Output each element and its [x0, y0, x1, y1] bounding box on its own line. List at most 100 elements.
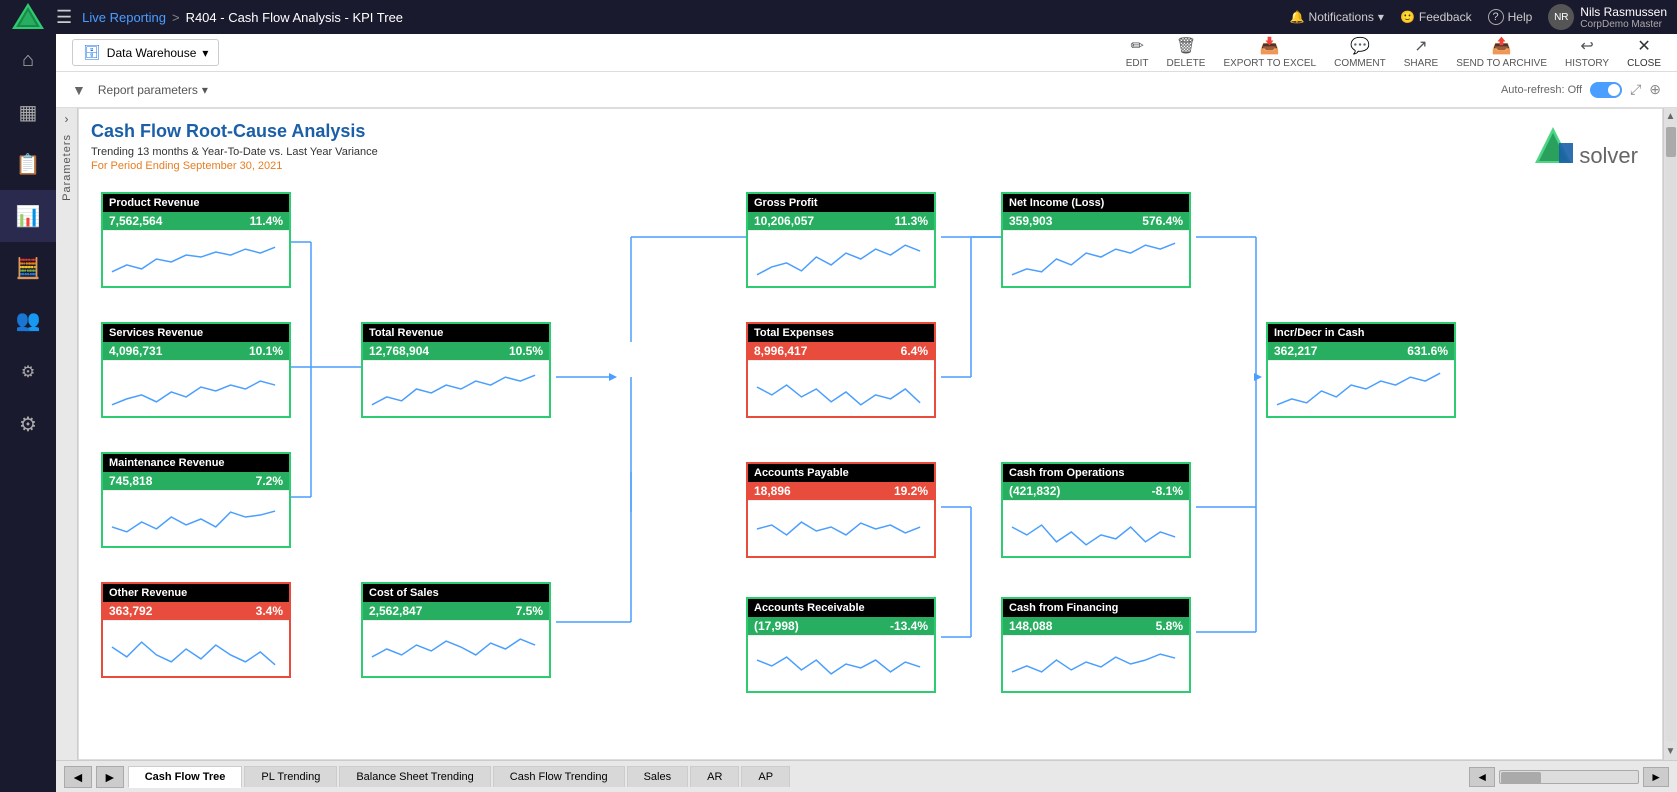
- kpi-card-cash-from-financing[interactable]: Cash from Financing 148,088 5.8%: [1001, 597, 1191, 693]
- sidebar-item-dashboard[interactable]: ▦: [0, 86, 56, 138]
- scroll-up-arrow[interactable]: ▲: [1666, 108, 1676, 125]
- kpi-title: Maintenance Revenue: [103, 454, 289, 472]
- excel-icon: 📥: [1260, 36, 1280, 56]
- kpi-card-accounts-payable[interactable]: Accounts Payable 18,896 19.2%: [746, 462, 936, 558]
- kpi-sparkline: [103, 360, 289, 416]
- kpi-card-accounts-receivable[interactable]: Accounts Receivable (17,998) -13.4%: [746, 597, 936, 693]
- tab-cash-flow-tree[interactable]: Cash Flow Tree: [128, 766, 243, 788]
- close-button[interactable]: ✕ CLOSE: [1627, 36, 1661, 69]
- expand-icon[interactable]: ⤢: [1630, 81, 1641, 98]
- kpi-title: Incr/Decr in Cash: [1268, 324, 1454, 342]
- kpi-title: Cash from Financing: [1003, 599, 1189, 617]
- kpi-title: Accounts Receivable: [748, 599, 934, 617]
- maximize-icon[interactable]: ⊕: [1649, 81, 1661, 98]
- tab-balance-sheet-trending[interactable]: Balance Sheet Trending: [339, 766, 490, 787]
- auto-refresh-toggle[interactable]: [1590, 82, 1622, 98]
- tab-ap[interactable]: AP: [741, 766, 790, 787]
- breadcrumb-home[interactable]: Live Reporting: [82, 10, 166, 25]
- sidebar-item-components[interactable]: ⚙: [0, 346, 56, 398]
- report-params-button[interactable]: Report parameters ▾: [98, 83, 208, 97]
- kpi-number: 148,088: [1009, 619, 1052, 633]
- collapse-arrow[interactable]: ›: [65, 112, 69, 126]
- kpi-card-total-revenue[interactable]: Total Revenue 12,768,904 10.5%: [361, 322, 551, 418]
- top-navbar: ☰ Live Reporting > R404 - Cash Flow Anal…: [0, 0, 1677, 34]
- kpi-title: Net Income (Loss): [1003, 194, 1189, 212]
- kpi-percent: 10.1%: [249, 344, 283, 358]
- feedback-nav-item[interactable]: 🙂 Feedback: [1400, 10, 1472, 24]
- kpi-card-gross-profit[interactable]: Gross Profit 10,206,057 11.3%: [746, 192, 936, 288]
- kpi-card-net-income[interactable]: Net Income (Loss) 359,903 576.4%: [1001, 192, 1191, 288]
- kpi-sparkline: [748, 360, 934, 416]
- kpi-title: Total Revenue: [363, 324, 549, 342]
- edit-button[interactable]: ✏ EDIT: [1126, 36, 1149, 69]
- user-profile[interactable]: NR Nils Rasmussen CorpDemo Master: [1548, 4, 1667, 30]
- kpi-percent: 10.5%: [509, 344, 543, 358]
- kpi-values: 745,818 7.2%: [103, 472, 289, 490]
- sidebar-item-calculator[interactable]: 🧮: [0, 242, 56, 294]
- notifications-nav-item[interactable]: 🔔 Notifications ▾: [1290, 10, 1384, 24]
- kpi-sparkline: [1268, 360, 1454, 416]
- kpi-values: 2,562,847 7.5%: [363, 602, 549, 620]
- data-source-label: Data Warehouse: [107, 46, 197, 60]
- history-icon: ↩: [1580, 36, 1593, 56]
- sidebar-item-reports[interactable]: 📋: [0, 138, 56, 190]
- help-label: Help: [1508, 10, 1533, 24]
- tab-nav-left[interactable]: ◄: [64, 766, 92, 788]
- tab-sales[interactable]: Sales: [627, 766, 689, 787]
- sidebar-item-analytics[interactable]: 📊: [0, 190, 56, 242]
- tab-scroll-left[interactable]: ◄: [1469, 767, 1495, 787]
- export-excel-button[interactable]: 📥 EXPORT TO EXCEL: [1223, 36, 1316, 69]
- share-button[interactable]: ↗ SHARE: [1404, 36, 1438, 69]
- kpi-card-other-revenue[interactable]: Other Revenue 363,792 3.4%: [101, 582, 291, 678]
- kpi-percent: 631.6%: [1407, 344, 1448, 358]
- tab-scroll-area: ◄ ►: [1469, 767, 1669, 787]
- tab-cash-flow-trending[interactable]: Cash Flow Trending: [493, 766, 625, 787]
- kpi-title: Gross Profit: [748, 194, 934, 212]
- bell-icon: 🔔: [1290, 10, 1305, 24]
- send-archive-button[interactable]: 📤 SEND TO ARCHIVE: [1456, 36, 1547, 69]
- help-nav-item[interactable]: ? Help: [1488, 9, 1533, 25]
- tab-scroll-track[interactable]: [1499, 770, 1639, 784]
- report-content: solver Cash Flow Root-Cause Analysis Tre…: [78, 108, 1663, 760]
- comment-button[interactable]: 💬 COMMENT: [1334, 36, 1386, 69]
- share-icon: ↗: [1414, 36, 1427, 56]
- kpi-card-maintenance-revenue[interactable]: Maintenance Revenue 745,818 7.2%: [101, 452, 291, 548]
- toggle-thumb: [1608, 84, 1620, 96]
- tab-nav-right[interactable]: ►: [96, 766, 124, 788]
- params-chevron-icon: ▾: [202, 83, 208, 97]
- data-source-button[interactable]: 🗄 Data Warehouse ▾: [72, 39, 219, 66]
- scroll-track[interactable]: [1666, 127, 1676, 741]
- kpi-card-incr-decr-cash[interactable]: Incr/Decr in Cash 362,217 631.6%: [1266, 322, 1456, 418]
- comment-label: COMMENT: [1334, 58, 1386, 69]
- top-nav-right: 🔔 Notifications ▾ 🙂 Feedback ? Help NR N…: [1290, 4, 1667, 30]
- sidebar-item-home[interactable]: ⌂: [0, 34, 56, 86]
- kpi-card-cost-of-sales[interactable]: Cost of Sales 2,562,847 7.5%: [361, 582, 551, 678]
- kpi-percent: 19.2%: [894, 484, 928, 498]
- scroll-thumb[interactable]: [1666, 127, 1676, 157]
- kpi-tree: Product Revenue 7,562,564 11.4%: [91, 182, 1471, 702]
- tab-pl-trending[interactable]: PL Trending: [244, 766, 337, 787]
- kpi-card-product-revenue[interactable]: Product Revenue 7,562,564 11.4%: [101, 192, 291, 288]
- scroll-down-arrow[interactable]: ▼: [1666, 743, 1676, 760]
- kpi-card-services-revenue[interactable]: Services Revenue 4,096,731 10.1%: [101, 322, 291, 418]
- kpi-card-cash-from-operations[interactable]: Cash from Operations (421,832) -8.1%: [1001, 462, 1191, 558]
- solver-text: solver: [1579, 143, 1638, 169]
- delete-button[interactable]: 🗑 DELETE: [1167, 36, 1206, 69]
- hamburger-icon[interactable]: ☰: [56, 7, 72, 28]
- avatar: NR: [1548, 4, 1574, 30]
- tab-ar[interactable]: AR: [690, 766, 739, 787]
- export-label: EXPORT TO EXCEL: [1223, 58, 1316, 69]
- sidebar-item-settings[interactable]: ⚙: [0, 398, 56, 450]
- kpi-sparkline: [363, 360, 549, 416]
- kpi-card-total-expenses[interactable]: Total Expenses 8,996,417 6.4%: [746, 322, 936, 418]
- kpi-percent: 576.4%: [1142, 214, 1183, 228]
- history-button[interactable]: ↩ HISTORY: [1565, 36, 1609, 69]
- vertical-scrollbar[interactable]: ▲ ▼: [1663, 108, 1677, 760]
- kpi-values: 363,792 3.4%: [103, 602, 289, 620]
- kpi-sparkline: [748, 230, 934, 286]
- app-logo[interactable]: [10, 0, 46, 35]
- filter-icon: ▼: [72, 82, 86, 98]
- tab-scroll-right[interactable]: ►: [1643, 767, 1669, 787]
- kpi-title: Services Revenue: [103, 324, 289, 342]
- sidebar-item-users[interactable]: 👥: [0, 294, 56, 346]
